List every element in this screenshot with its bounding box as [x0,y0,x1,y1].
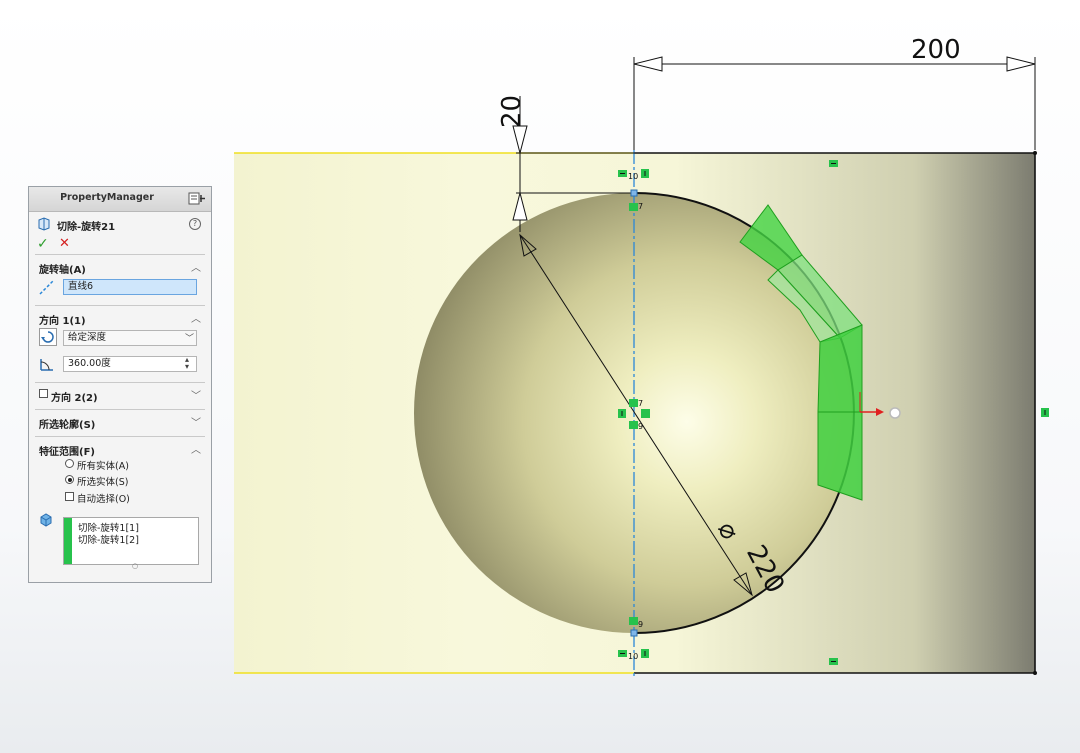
width-arrowhead-left [633,56,663,72]
offset-dimension-value[interactable]: 20 [497,95,527,128]
auto-select-label: 自动选择(O) [77,494,130,505]
feature-title-row: 切除-旋转21 ? [29,212,211,234]
relation-number-top-a: 10 [628,172,638,181]
width-arrowhead-right [1006,56,1036,72]
relation-number-mid-a: 7 [638,399,643,408]
ok-checkmark-icon[interactable]: ✓ [37,236,49,252]
sketch-point [1033,671,1037,675]
chevron-up-icon[interactable]: ︿ [191,441,201,456]
direction1-section: 方向 1(1) ︿ 给定深度 ﹀ 360.00度 ▴ ▾ [35,305,205,382]
all-bodies-radio[interactable] [65,459,74,468]
property-manager-title: PropertyManager [60,192,154,203]
chevron-down-icon[interactable]: ﹀ [191,387,201,402]
angle-icon [40,359,53,371]
selected-contours-title: 所选轮廓(S) [39,420,96,431]
rotation-axis-field[interactable]: 直线6 [63,279,197,295]
help-icon[interactable]: ? [189,218,201,230]
chevron-down-icon[interactable]: ﹀ [191,414,201,429]
direction2-header[interactable]: 方向 2(2) ﹀ [35,383,205,405]
reverse-direction-icon[interactable] [39,328,57,346]
rotation-axis-header[interactable]: 旋转轴(A) ︿ [35,255,205,277]
all-bodies-label: 所有实体(A) [77,461,129,472]
relation-number-top-b: 7 [638,202,643,211]
direction2-checkbox[interactable] [39,389,48,398]
offset-arrowhead-top [512,125,528,155]
chevron-down-icon[interactable]: ﹀ [185,331,194,344]
selected-bodies-label: 所选实体(S) [77,477,129,488]
selected-bodies-radio[interactable] [65,475,74,484]
feature-scope-title: 特征范围(F) [39,447,95,458]
chevron-up-icon[interactable]: ︿ [191,259,201,274]
origin-handle[interactable] [889,407,901,419]
direction1-title: 方向 1(1) [39,316,86,327]
resize-grip-icon[interactable]: ○ [132,562,138,570]
sketch-point [1033,151,1037,155]
direction2-section: 方向 2(2) ﹀ [35,382,205,409]
revolve-cut-icon [38,217,50,231]
selected-bodies-list[interactable]: 切除-旋转1[1] 切除-旋转1[2] [63,517,199,565]
direction1-header[interactable]: 方向 1(1) ︿ [35,306,205,328]
angle-input[interactable]: 360.00度 [63,356,197,372]
rotation-axis-section: 旋转轴(A) ︿ 直线6 [35,254,205,305]
selected-contours-section: 所选轮廓(S) ﹀ [35,409,205,436]
angle-spinner[interactable]: ▴ ▾ [185,356,189,371]
width-dimension-value[interactable]: 200 [911,35,961,65]
property-manager-panel: PropertyManager 切除-旋转21 ? ✓ ✕ 旋转轴(A) ︿ 直… [28,186,212,583]
rotation-axis-title: 旋转轴(A) [39,265,86,276]
selected-contours-header[interactable]: 所选轮廓(S) ﹀ [35,410,205,432]
selection-color-bar [64,518,72,564]
list-item[interactable]: 切除-旋转1[2] [78,532,139,546]
feature-title: 切除-旋转21 [57,222,116,233]
property-manager-header: PropertyManager [29,187,211,212]
relation-number-bottom-b: 10 [628,652,638,661]
solid-body-icon [40,513,52,527]
ok-cancel-row: ✓ ✕ [29,234,211,254]
chevron-up-icon[interactable]: ︿ [191,310,201,325]
feature-scope-header[interactable]: 特征范围(F) ︿ [35,437,205,459]
end-condition-select[interactable]: 给定深度 [63,330,197,346]
relation-number-mid-b: 9 [638,422,643,431]
direction2-title: 方向 2(2) [51,393,98,404]
cancel-x-icon[interactable]: ✕ [59,236,70,251]
axis-line-icon [39,279,55,295]
pin-icon[interactable] [188,192,206,205]
auto-select-checkbox[interactable] [65,492,74,501]
relation-number-bottom-a: 9 [638,620,643,629]
